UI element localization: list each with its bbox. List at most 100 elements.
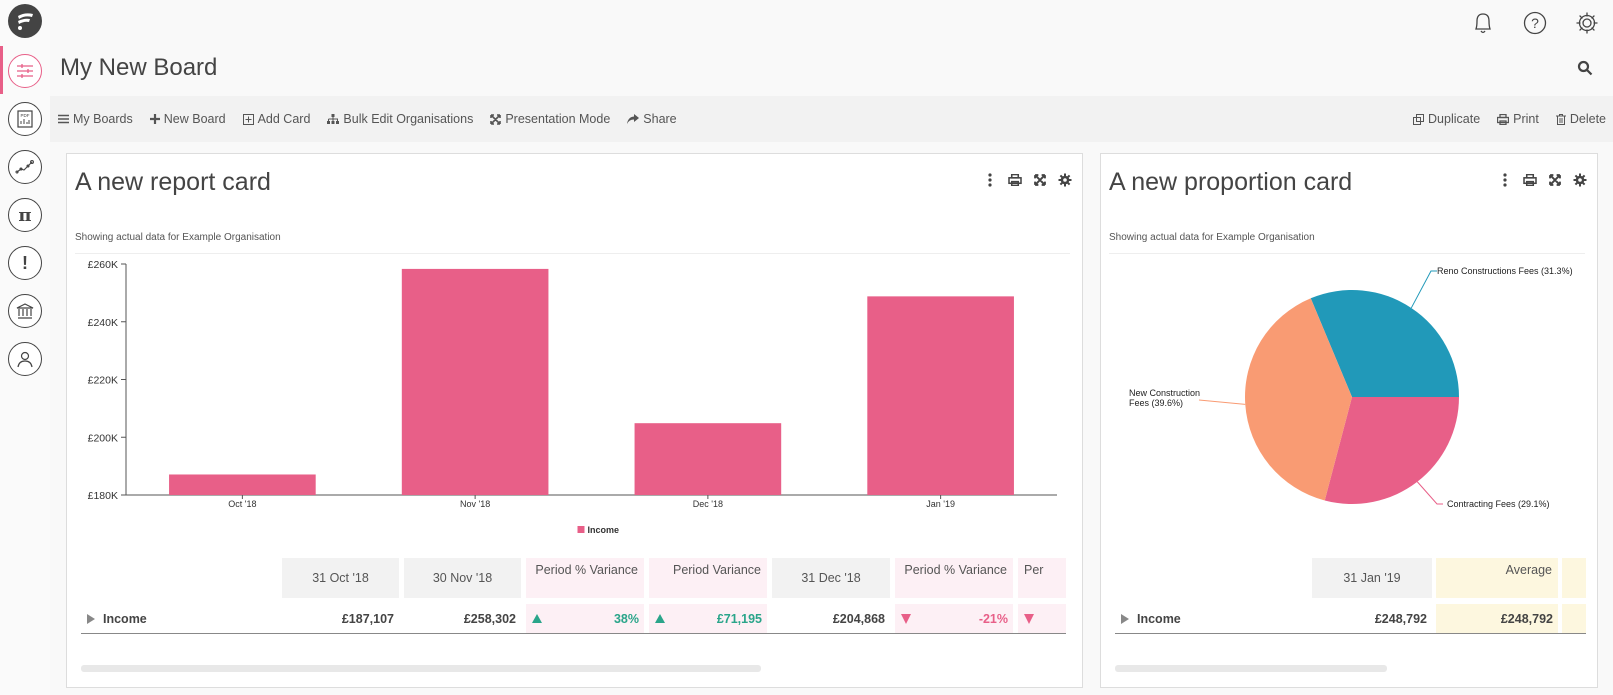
trash-icon — [1555, 113, 1566, 125]
column-header: 31 Jan '19 — [1312, 558, 1432, 598]
board-toolbar: My Boards New Board Add Card Bulk Edit O… — [50, 96, 1613, 142]
top-icons: ? — [1467, 8, 1603, 38]
proportion-card: A new proportion card Showing actual dat… — [1100, 153, 1598, 688]
print-icon — [1497, 113, 1510, 125]
table-cell-overflow — [1562, 604, 1586, 633]
pi-icon: π — [18, 204, 32, 226]
bar — [169, 474, 316, 495]
sidebar-item-banking[interactable] — [8, 294, 42, 328]
row-divider — [81, 633, 1066, 634]
up-arrow-icon — [532, 614, 542, 623]
presentation-mode-button[interactable]: Presentation Mode — [490, 112, 610, 126]
pie-leader-line — [1198, 399, 1246, 405]
sidebar: PDF π ! — [0, 0, 50, 695]
table-cell — [1018, 604, 1066, 633]
table-cell: £248,792 — [1374, 611, 1427, 626]
card-actions — [1497, 172, 1587, 188]
add-card-button[interactable]: Add Card — [242, 112, 310, 126]
bulk-edit-organisations-button[interactable]: Bulk Edit Organisations — [327, 112, 473, 126]
page-title: My New Board — [60, 54, 218, 81]
table-cell: £187,107 — [341, 611, 394, 626]
sidebar-item-trends[interactable] — [8, 150, 42, 184]
table-row-label[interactable]: Income — [1121, 604, 1181, 633]
print-icon[interactable] — [1522, 172, 1537, 188]
table-cell: -21% — [895, 604, 1013, 633]
menu-icon — [58, 114, 69, 124]
org-chart-icon — [327, 113, 340, 124]
legend-swatch — [577, 526, 585, 533]
app-logo[interactable] — [8, 4, 42, 38]
sidebar-item-formulas[interactable]: π — [8, 198, 42, 232]
y-tick-label: £240K — [88, 317, 118, 329]
column-header: Average — [1436, 558, 1558, 598]
pie-leader-line — [1416, 481, 1443, 505]
help-icon[interactable]: ? — [1519, 8, 1551, 38]
sidebar-item-boards[interactable] — [8, 54, 42, 88]
table-row-label[interactable]: Income — [87, 604, 147, 633]
column-header: 31 Oct '18 — [282, 558, 399, 598]
x-tick-label: Dec '18 — [693, 499, 723, 509]
table-cell: £248,792 — [1436, 604, 1558, 633]
y-tick-label: £220K — [88, 375, 118, 387]
table-cell: £258,302 — [463, 611, 516, 626]
card-settings-icon[interactable] — [1572, 172, 1587, 188]
pie-label: Fees (39.6%) — [1129, 398, 1183, 408]
column-header: Period Variance — [649, 558, 767, 598]
report-card: A new report card Showing actual data fo… — [66, 153, 1083, 688]
sidebar-item-alerts[interactable]: ! — [8, 246, 42, 280]
my-boards-button[interactable]: My Boards — [58, 112, 133, 126]
search-icon[interactable] — [1577, 60, 1593, 81]
income-bar-chart: £180K £200K £220K £240K £260K Oct '18 Nov '18 D… — [88, 259, 1057, 535]
column-header: 31 Dec '18 — [772, 558, 890, 598]
card-subtitle: Showing actual data for Example Organisa… — [1109, 232, 1315, 243]
pie-label: Contracting Fees (29.1%) — [1447, 499, 1550, 509]
sidebar-item-reports[interactable]: PDF — [8, 102, 42, 136]
y-tick-label: £180K — [88, 490, 118, 502]
fullscreen-icon[interactable] — [1032, 172, 1047, 188]
duplicate-icon — [1413, 113, 1425, 125]
new-board-button[interactable]: New Board — [149, 112, 226, 126]
column-header: Period % Variance — [895, 558, 1013, 598]
up-arrow-icon — [655, 614, 665, 623]
card-settings-icon[interactable] — [1057, 172, 1072, 188]
row-divider — [1115, 633, 1586, 634]
down-arrow-icon — [901, 613, 911, 624]
bell-icon[interactable] — [1467, 8, 1499, 38]
sliders-icon — [17, 64, 33, 78]
x-tick-label: Oct '18 — [228, 499, 256, 509]
column-header: Period % Variance — [526, 558, 644, 598]
bar — [634, 423, 782, 495]
delete-button[interactable]: Delete — [1555, 112, 1606, 126]
column-header: Per — [1018, 558, 1066, 598]
sidebar-item-users[interactable] — [8, 342, 42, 376]
card-title: A new report card — [75, 168, 271, 196]
duplicate-button[interactable]: Duplicate — [1413, 112, 1480, 126]
horizontal-scrollbar[interactable] — [1115, 665, 1387, 672]
y-tick-label: £260K — [88, 259, 118, 271]
expand-row-icon — [87, 613, 95, 624]
svg-text:PDF: PDF — [21, 113, 30, 118]
horizontal-scrollbar[interactable] — [81, 665, 761, 672]
more-options-icon[interactable] — [1497, 172, 1512, 188]
card-subtitle: Showing actual data for Example Organisa… — [75, 232, 281, 243]
share-icon — [627, 114, 640, 124]
column-header-overflow — [1562, 558, 1586, 598]
table-cell: £204,868 — [832, 611, 885, 626]
table-cell: £71,195 — [649, 604, 767, 633]
print-icon[interactable] — [1007, 172, 1022, 188]
y-tick-label: £200K — [88, 432, 118, 444]
fullscreen-icon[interactable] — [1547, 172, 1562, 188]
share-button[interactable]: Share — [627, 112, 677, 126]
more-options-icon[interactable] — [982, 172, 997, 188]
bank-icon — [16, 303, 34, 319]
expand-icon — [490, 113, 502, 125]
gear-icon[interactable] — [1571, 8, 1603, 38]
print-button[interactable]: Print — [1497, 112, 1539, 126]
column-header: 30 Nov '18 — [404, 558, 521, 598]
x-tick-label: Jan '19 — [926, 499, 955, 509]
bar — [401, 268, 549, 495]
down-arrow-icon — [1024, 613, 1034, 624]
table-cell: 38% — [526, 604, 644, 633]
pdf-report-icon: PDF — [17, 110, 33, 128]
proportion-table: 31 Jan '19 Average Income £248,792 £248,… — [1101, 558, 1599, 648]
